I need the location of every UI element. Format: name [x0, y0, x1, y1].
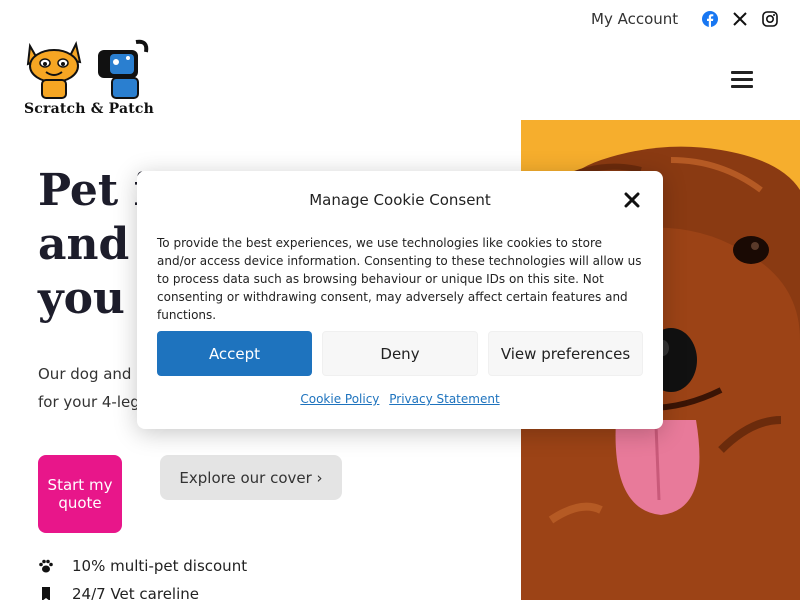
cookie-policy-link[interactable]: Cookie Policy [300, 392, 379, 406]
feature-label: 24/7 Vet careline [72, 585, 200, 600]
x-icon[interactable] [732, 11, 748, 27]
hero-subtitle-line-2: for your 4-leg [38, 393, 140, 411]
feature-vet-careline: 24/7 Vet careline [38, 585, 199, 600]
top-bar: My Account [0, 0, 800, 40]
hero-subtitle-line-1: Our dog and c [38, 365, 145, 383]
explore-cover-button[interactable]: Explore our cover › [160, 455, 342, 500]
bookmark-icon [38, 586, 54, 600]
hero-title-line-2a: and [38, 219, 145, 270]
start-quote-button[interactable]: Start my quote [38, 455, 122, 533]
instagram-icon[interactable] [762, 11, 778, 27]
cookie-consent-modal: Manage Cookie Consent To provide the bes… [137, 171, 663, 429]
cookie-modal-title: Manage Cookie Consent [309, 191, 491, 209]
feature-multi-pet: 10% multi-pet discount [38, 557, 247, 575]
menu-toggle-icon[interactable] [731, 71, 753, 89]
cookie-modal-links: Cookie Policy Privacy Statement [137, 392, 663, 406]
view-preferences-button[interactable]: View preferences [488, 331, 643, 376]
deny-cookies-button[interactable]: Deny [322, 331, 478, 376]
my-account-link[interactable]: My Account [591, 10, 678, 28]
logo-text: Scratch & Patch [24, 101, 155, 117]
privacy-statement-link[interactable]: Privacy Statement [389, 392, 499, 406]
logo-mascots-icon [26, 39, 149, 99]
feature-label: 10% multi-pet discount [72, 557, 248, 575]
facebook-icon[interactable] [702, 11, 718, 27]
close-icon[interactable] [623, 191, 641, 209]
site-logo[interactable]: Scratch & Patch [24, 38, 160, 120]
cookie-modal-body: To provide the best experiences, we use … [157, 236, 642, 322]
accept-cookies-button[interactable]: Accept [157, 331, 312, 376]
paw-icon [38, 558, 54, 574]
